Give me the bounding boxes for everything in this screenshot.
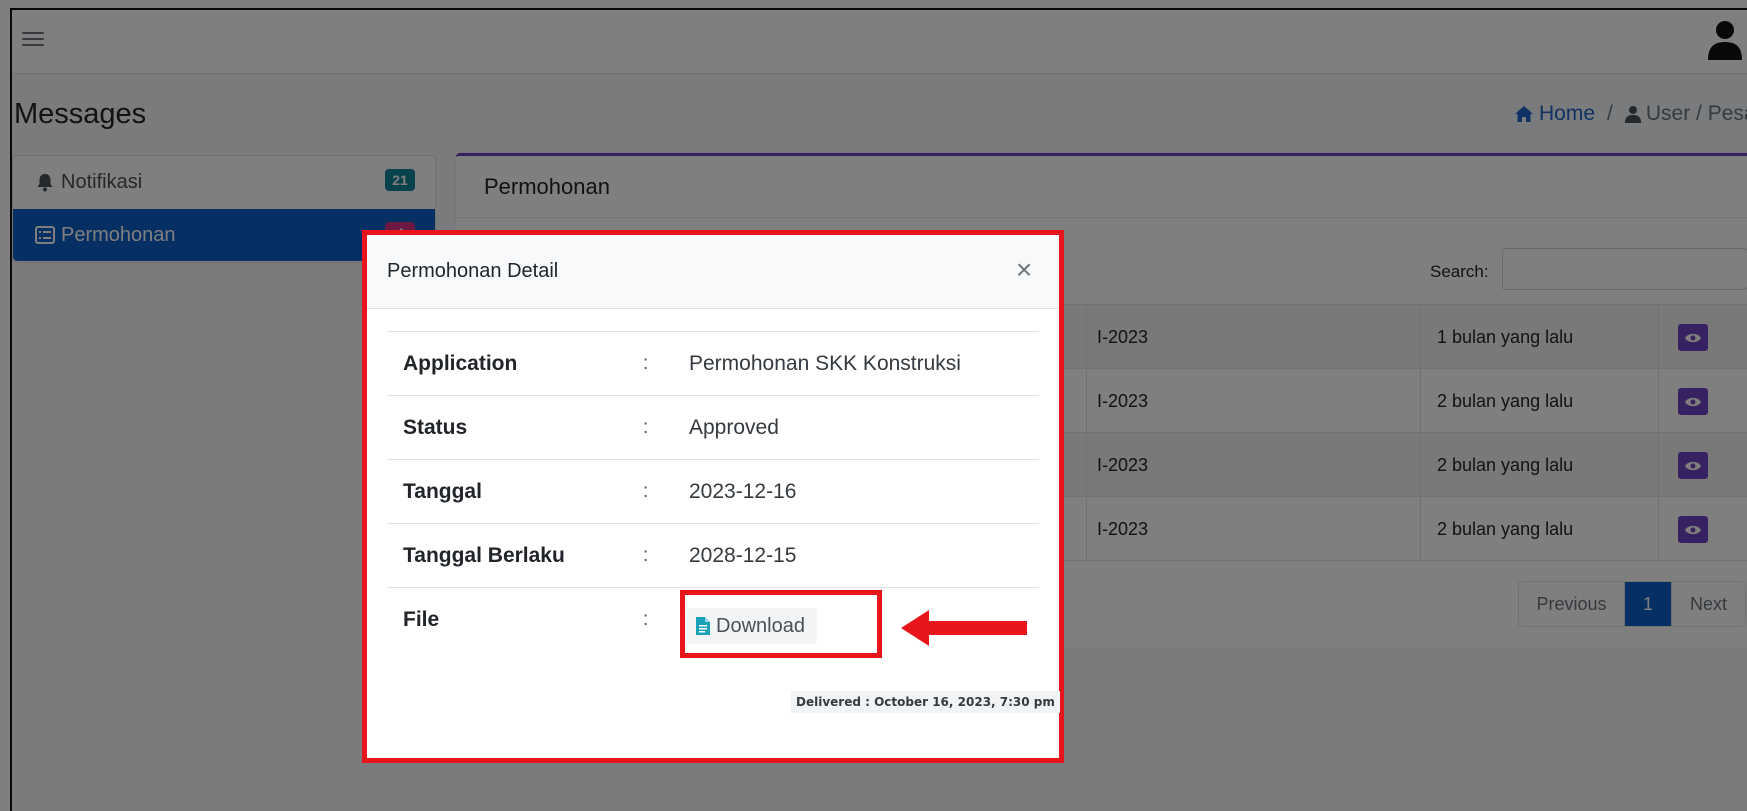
file-icon: [696, 617, 710, 635]
detail-key: Tanggal Berlaku: [403, 544, 565, 567]
detail-row-application: Application : Permohonan SKK Konstruksi: [387, 332, 1039, 396]
detail-colon: :: [643, 481, 649, 502]
close-icon[interactable]: ×: [1011, 256, 1037, 284]
modal-title: Permohonan Detail: [387, 260, 559, 282]
download-button[interactable]: Download: [687, 608, 817, 644]
detail-colon: :: [643, 609, 649, 630]
permohonan-detail-modal: Permohonan Detail × Application : Permoh…: [367, 235, 1060, 758]
detail-value: Permohonan SKK Konstruksi: [689, 352, 961, 375]
download-label: Download: [716, 614, 805, 637]
detail-value: 2023-12-16: [689, 480, 797, 503]
detail-colon: :: [643, 417, 649, 438]
detail-colon: :: [643, 353, 649, 374]
detail-key: Tanggal: [403, 480, 482, 503]
detail-key: Status: [403, 416, 468, 439]
modal-header: Permohonan Detail ×: [367, 235, 1059, 309]
detail-row-tanggal: Tanggal : 2023-12-16: [387, 460, 1039, 524]
delivered-timestamp: Delivered : October 16, 2023, 7:30 pm: [791, 691, 1060, 713]
detail-key: Application: [403, 352, 518, 375]
detail-value: 2028-12-15: [689, 544, 797, 567]
arrow-left-icon: [901, 610, 1027, 646]
detail-value: Approved: [689, 416, 779, 439]
detail-row-tanggal-berlaku: Tanggal Berlaku : 2028-12-15: [387, 524, 1039, 588]
detail-row-status: Status : Approved: [387, 396, 1039, 460]
detail-key: File: [403, 608, 440, 631]
detail-colon: :: [643, 545, 649, 566]
